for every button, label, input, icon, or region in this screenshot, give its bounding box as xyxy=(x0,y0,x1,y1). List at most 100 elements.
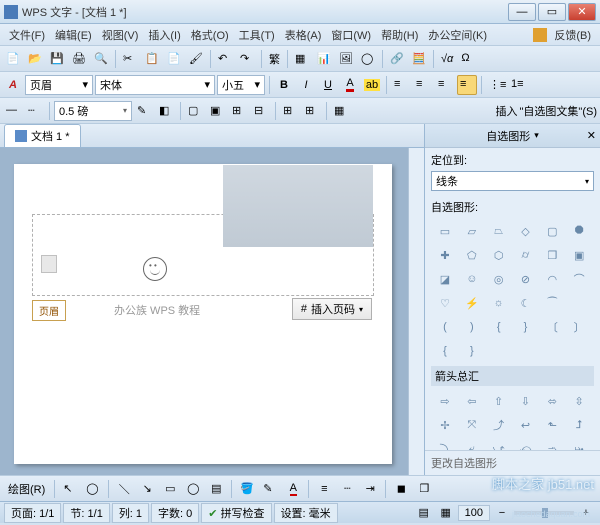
rect-tool[interactable]: ▭ xyxy=(160,479,180,499)
shape-bracket-left[interactable]: ( xyxy=(433,316,457,338)
textbox-tool[interactable]: ▤ xyxy=(206,479,226,499)
font-combo[interactable]: 宋体▾ xyxy=(95,75,215,95)
arrow-bent[interactable]: ⤴ xyxy=(487,414,511,436)
font-color-button[interactable]: A xyxy=(340,75,360,95)
menu-tools[interactable]: 工具(T) xyxy=(234,25,280,45)
dash-style-button[interactable]: ┄ xyxy=(337,479,357,499)
border-button[interactable]: ▢ xyxy=(185,101,205,121)
open-button[interactable]: 📂 xyxy=(25,49,45,69)
shape-moon[interactable]: ☾ xyxy=(514,292,538,314)
line-weight-combo[interactable]: 0.5 磅▾ xyxy=(54,101,132,121)
shape-hexagon[interactable]: ⬡ xyxy=(487,244,511,266)
arrow-tri[interactable]: ⤧ xyxy=(460,414,484,436)
vertical-scrollbar[interactable] xyxy=(408,148,424,475)
document-tab[interactable]: 文档 1 * xyxy=(4,124,81,147)
bullets-button[interactable]: ⋮≡ xyxy=(486,75,506,95)
underline-button[interactable]: U xyxy=(318,75,338,95)
minimize-button[interactable]: — xyxy=(508,3,536,21)
shape-cube[interactable]: ❐ xyxy=(540,244,564,266)
italic-button[interactable]: I xyxy=(296,75,316,95)
arrow-uturn[interactable]: ↩ xyxy=(514,414,538,436)
shape-trapezoid[interactable]: ⏢ xyxy=(487,220,511,242)
menu-table[interactable]: 表格(A) xyxy=(280,25,327,45)
numbering-button[interactable]: 1≡ xyxy=(508,75,528,95)
image-button[interactable]: 🖼 xyxy=(336,49,356,69)
align-right-button[interactable]: ≡ xyxy=(435,75,455,95)
bold-button[interactable]: B xyxy=(274,75,294,95)
status-spellcheck[interactable]: ✔ 拼写检查 xyxy=(201,503,271,523)
arrow-updown[interactable]: ⇳ xyxy=(567,390,591,412)
shape-brace-right[interactable]: } xyxy=(514,316,538,338)
line-style-button[interactable]: — xyxy=(3,101,23,121)
equation-button[interactable]: √α xyxy=(438,49,456,69)
chart-button[interactable]: 📊 xyxy=(314,49,334,69)
fill-button[interactable]: ▣ xyxy=(207,101,227,121)
arrow-curved-l[interactable]: ⤶ xyxy=(460,438,484,450)
shape-rounded-rect[interactable]: ▢ xyxy=(540,220,564,242)
arrow-leftup[interactable]: ⬑ xyxy=(540,414,564,436)
shape-rectangle[interactable]: ▭ xyxy=(433,220,457,242)
menu-help[interactable]: 帮助(H) xyxy=(376,25,423,45)
locate-combo[interactable]: 线条 ▾ xyxy=(431,171,594,191)
menu-edit[interactable]: 编辑(E) xyxy=(50,25,97,45)
arrow-down[interactable]: ⇩ xyxy=(514,390,538,412)
shape-cross[interactable]: ✚ xyxy=(433,244,457,266)
symbol-button[interactable]: Ω xyxy=(458,49,478,69)
zoom-in-button[interactable]: + xyxy=(576,503,596,523)
zoom-slider[interactable] xyxy=(514,511,574,515)
line-tool[interactable]: ＼ xyxy=(114,479,134,499)
shape-sun[interactable]: ☼ xyxy=(487,292,511,314)
shape-bracket-right[interactable]: ) xyxy=(460,316,484,338)
toggle-panel-button[interactable]: ▦ xyxy=(331,101,351,121)
status-page[interactable]: 页面: 1/1 xyxy=(4,503,61,523)
page[interactable]: 页眉 办公族 WPS 教程 # 插入页码 ▾ xyxy=(14,164,392,464)
smiley-shape[interactable] xyxy=(143,257,167,281)
style-icon-button[interactable]: A xyxy=(3,75,23,95)
shape-diamond[interactable]: ◇ xyxy=(514,220,538,242)
paste-button[interactable]: 📄 xyxy=(164,49,184,69)
shape-no-symbol[interactable]: ⊘ xyxy=(514,268,538,290)
menu-insert[interactable]: 插入(I) xyxy=(143,25,185,45)
maximize-button[interactable]: ▭ xyxy=(538,3,566,21)
autoshapes-menu-button[interactable]: ◯ xyxy=(83,479,103,499)
close-button[interactable]: ✕ xyxy=(568,3,596,21)
arrow-curved-d[interactable]: ⤺ xyxy=(514,438,538,450)
arrow-curved-r[interactable]: ⤵ xyxy=(433,438,457,450)
line-style-button2[interactable]: ≡ xyxy=(314,479,334,499)
status-unit[interactable]: 设置: 毫米 xyxy=(274,503,338,523)
table-button[interactable]: ▦ xyxy=(292,49,312,69)
menu-file[interactable]: 文件(F) xyxy=(4,25,50,45)
line-color-button2[interactable]: ✎ xyxy=(260,479,280,499)
save-button[interactable]: 💾 xyxy=(47,49,67,69)
copy-button[interactable]: 📋 xyxy=(142,49,162,69)
view-web-button[interactable]: ▦ xyxy=(436,503,456,523)
shape-brace-pair-l[interactable]: { xyxy=(433,340,457,362)
arrow-tool[interactable]: ↘ xyxy=(137,479,157,499)
menu-office[interactable]: 办公空间(K) xyxy=(423,25,492,45)
new-button[interactable]: 📄 xyxy=(3,49,23,69)
shape-block-arc[interactable]: ◠ xyxy=(540,268,564,290)
dist-cols-button[interactable]: ⊞ xyxy=(302,101,322,121)
line-dash-button[interactable]: ┄ xyxy=(25,101,45,121)
shape-parallelogram[interactable]: ▱ xyxy=(460,220,484,242)
arrow-notched[interactable]: ⤠ xyxy=(567,438,591,450)
arrow-curved-u[interactable]: ⤻ xyxy=(487,438,511,450)
arrow-leftright[interactable]: ⬄ xyxy=(540,390,564,412)
font-color-button2[interactable]: A xyxy=(283,479,303,499)
header-region[interactable] xyxy=(32,214,374,296)
menu-view[interactable]: 视图(V) xyxy=(97,25,144,45)
shape-pentagon[interactable]: ⬠ xyxy=(460,244,484,266)
arrow-bentup[interactable]: ⮥ xyxy=(567,414,591,436)
shape-curve[interactable]: ⁀ xyxy=(540,292,564,314)
arrow-style-button[interactable]: ⇥ xyxy=(360,479,380,499)
zoom-value[interactable]: 100 xyxy=(458,505,490,521)
shape-heart[interactable]: ♡ xyxy=(433,292,457,314)
panel-close-button[interactable]: ✕ xyxy=(587,129,596,142)
shape-can[interactable]: ⌭ xyxy=(514,244,538,266)
align-justify-button[interactable]: ≡ xyxy=(457,75,477,95)
insert-page-number-button[interactable]: # 插入页码 ▾ xyxy=(292,298,372,320)
shape-donut[interactable]: ◎ xyxy=(487,268,511,290)
view-print-button[interactable]: ▤ xyxy=(414,503,434,523)
shapes-button[interactable]: ◯ xyxy=(358,49,378,69)
arrow-right[interactable]: ⇨ xyxy=(433,390,457,412)
